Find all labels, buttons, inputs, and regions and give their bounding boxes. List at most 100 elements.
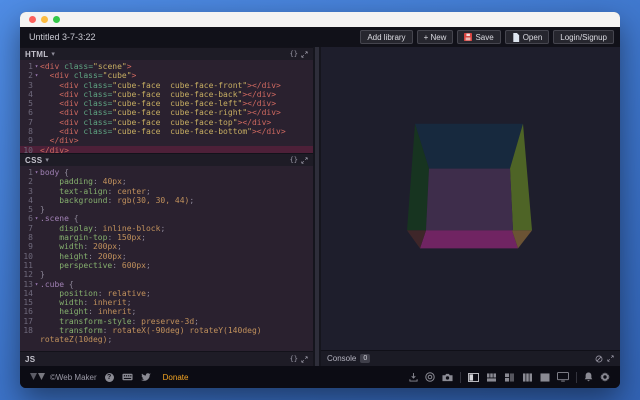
code-line[interactable]: 1▾body { (20, 168, 313, 177)
html-pane: HTML ▾ {} 1▾<div class="scene">2▾ <div c… (20, 47, 313, 153)
code-fold-icon[interactable]: ▾ (33, 280, 40, 289)
code-fold-icon[interactable]: ▾ (33, 62, 40, 71)
code-line[interactable]: 12} (20, 270, 313, 279)
code-line[interactable]: 7 display: inline-block; (20, 224, 313, 233)
code-line[interactable]: 17 transform-style: preserve-3d; (20, 317, 313, 326)
settings-gear-icon[interactable] (600, 372, 610, 382)
chevron-down-icon[interactable]: ▾ (51, 51, 55, 58)
save-label: Save (475, 33, 493, 42)
code-line[interactable]: 2▾ <div class="cube"> (20, 71, 313, 80)
code-line[interactable]: 8 margin-top: 150px; (20, 233, 313, 242)
js-pane: JS {} (20, 351, 313, 366)
css-pane-label[interactable]: CSS (25, 156, 42, 165)
code-line[interactable]: 2 padding: 40px; (20, 177, 313, 186)
code-line[interactable]: 14 position: relative; (20, 289, 313, 298)
notifications-bell-icon[interactable] (584, 372, 593, 382)
code-line[interactable]: 6▾.scene { (20, 214, 313, 223)
maximize-window-button[interactable] (53, 16, 60, 23)
layout-editor-split-icon[interactable] (504, 373, 515, 382)
save-floppy-icon (464, 33, 472, 41)
split-resizer[interactable] (313, 47, 321, 366)
layout-editor-bottom-icon[interactable] (486, 373, 497, 382)
html-code-editor[interactable]: 1▾<div class="scene">2▾ <div class="cube… (20, 60, 313, 153)
code-line[interactable]: 11 perspective: 600px; (20, 261, 313, 270)
cube-face-bottom (420, 230, 518, 248)
code-line[interactable]: 5 <div class="cube-face cube-face-left">… (20, 99, 313, 108)
login-signup-button[interactable]: Login/Signup (553, 30, 614, 44)
js-pane-label[interactable]: JS (25, 355, 35, 364)
header-actions: Add library + New Save (360, 30, 614, 44)
chevron-down-icon[interactable]: ▾ (45, 157, 49, 164)
keyboard-shortcuts-icon[interactable] (122, 373, 133, 381)
expand-pane-icon[interactable] (301, 51, 308, 58)
code-line[interactable]: 7 <div class="cube-face cube-face-top"><… (20, 118, 313, 127)
main-area: HTML ▾ {} 1▾<div class="scene">2▾ <div c… (20, 47, 620, 366)
code-line[interactable]: rotateZ(10deg); (20, 335, 313, 344)
open-button[interactable]: Open (505, 30, 550, 44)
codepen-export-icon[interactable] (425, 372, 435, 382)
minimize-window-button[interactable] (41, 16, 48, 23)
donate-link[interactable]: Donate (163, 373, 189, 382)
split-resizer-handle (315, 47, 319, 366)
code-line[interactable]: 1▾<div class="scene"> (20, 62, 313, 71)
code-line[interactable]: 6 <div class="cube-face cube-face-right"… (20, 108, 313, 117)
download-export-icon[interactable] (409, 373, 418, 382)
html-pane-label[interactable]: HTML (25, 50, 48, 59)
js-pane-header: JS {} (20, 351, 313, 366)
screenshot-camera-icon[interactable] (442, 373, 453, 382)
layout-full-preview-icon[interactable] (540, 373, 550, 382)
html-pane-header: HTML ▾ {} (20, 47, 313, 60)
code-fold-icon[interactable]: ▾ (33, 168, 40, 177)
webmaker-logo-icon (30, 373, 46, 381)
open-label: Open (523, 33, 543, 42)
css-pane: CSS ▾ {} 1▾body {2 padding: 40px;3 text-… (20, 153, 313, 351)
code-line[interactable]: 15 width: inherit; (20, 298, 313, 307)
status-bar: ©Web Maker ? Donate (20, 366, 620, 388)
expand-pane-icon[interactable] (301, 356, 308, 363)
code-line[interactable]: 10</div> (20, 146, 313, 153)
cube-face-front (426, 169, 513, 231)
new-button[interactable]: + New (417, 30, 454, 44)
code-line[interactable]: 13▾.cube { (20, 280, 313, 289)
code-line[interactable]: 9 </div> (20, 136, 313, 145)
add-library-button[interactable]: Add library (360, 30, 412, 44)
code-line[interactable]: 16 height: inherit; (20, 307, 313, 316)
code-line[interactable]: 4 <div class="cube-face cube-face-back">… (20, 90, 313, 99)
help-icon[interactable]: ? (105, 373, 114, 382)
editor-column: HTML ▾ {} 1▾<div class="scene">2▾ <div c… (20, 47, 313, 366)
code-line[interactable]: 8 <div class="cube-face cube-face-bottom… (20, 127, 313, 136)
footer-tools (409, 372, 610, 383)
clear-console-icon[interactable] (595, 355, 603, 363)
add-library-label: Add library (367, 33, 405, 42)
code-line[interactable]: 10 height: 200px; (20, 252, 313, 261)
code-line[interactable]: 18 transform: rotateX(-90deg) rotateY(14… (20, 326, 313, 335)
save-button[interactable]: Save (457, 30, 500, 44)
preview-column: Console 0 (321, 47, 620, 366)
expand-console-icon[interactable] (607, 355, 614, 362)
desktop-background: Untitled 3-7-3:22 Add library + New Save (0, 0, 640, 400)
code-line[interactable]: 3 <div class="cube-face cube-face-front"… (20, 81, 313, 90)
preview-pane (321, 47, 620, 350)
css-code-editor[interactable]: 1▾body {2 padding: 40px;3 text-align: ce… (20, 166, 313, 351)
close-window-button[interactable] (29, 16, 36, 23)
code-fold-icon[interactable]: ▾ (33, 71, 40, 80)
console-bar[interactable]: Console 0 (321, 350, 620, 366)
expand-pane-icon[interactable] (301, 157, 308, 164)
beautify-code-icon[interactable]: {} (290, 156, 298, 164)
code-line[interactable]: 5} (20, 205, 313, 214)
layout-columns-icon[interactable] (522, 373, 533, 382)
document-title[interactable]: Untitled 3-7-3:22 (29, 32, 96, 42)
beautify-code-icon[interactable]: {} (290, 50, 298, 58)
beautify-code-icon[interactable]: {} (290, 355, 298, 363)
code-line[interactable]: 3 text-align: center; (20, 187, 313, 196)
code-line[interactable]: 9 width: 200px; (20, 242, 313, 251)
app-header: Untitled 3-7-3:22 Add library + New Save (20, 27, 620, 47)
layout-editor-left-icon[interactable] (468, 373, 479, 382)
code-line[interactable]: 4 background: rgb(30, 30, 44); (20, 196, 313, 205)
twitter-icon[interactable] (141, 373, 151, 381)
divider (460, 372, 461, 383)
code-fold-icon[interactable]: ▾ (33, 214, 40, 223)
app-window: Untitled 3-7-3:22 Add library + New Save (20, 12, 620, 388)
brand-label: ©Web Maker (50, 373, 97, 382)
detach-preview-icon[interactable] (557, 372, 569, 382)
